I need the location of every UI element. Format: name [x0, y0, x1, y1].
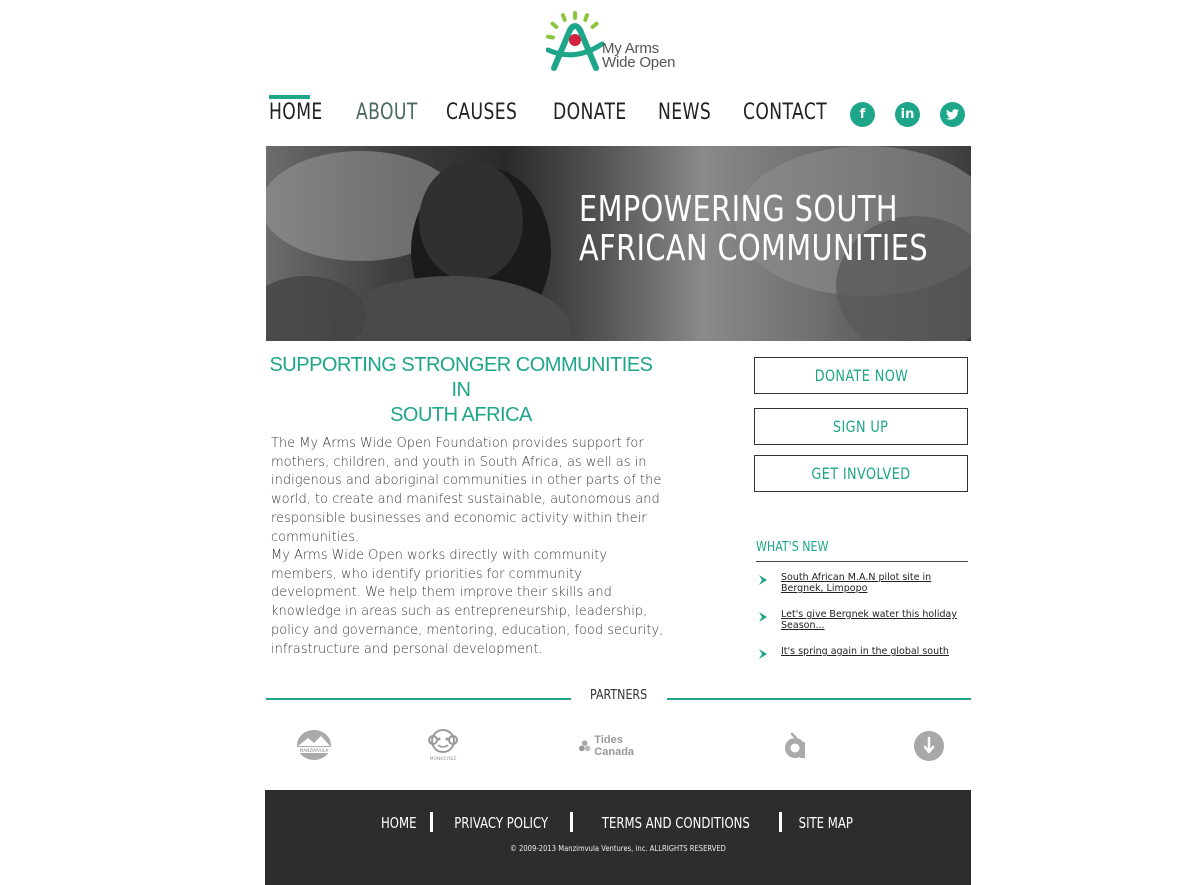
hero-banner: EMPOWERING SOUTH AFRICAN COMMUNITIES: [266, 146, 971, 341]
section-heading-line-1: SUPPORTING STRONGER COMMUNITIES IN: [269, 354, 653, 401]
tides-canada-icon: [578, 740, 591, 752]
chevron-right-icon: [759, 649, 767, 659]
logo-wordmark: My Arms Wide Open: [602, 41, 676, 71]
twitter-icon[interactable]: [940, 102, 965, 127]
whats-new-title: WHAT'S NEW: [756, 540, 829, 555]
footer-separator: [429, 812, 433, 832]
sign-up-label: SIGN UP: [833, 417, 889, 436]
linkedin-icon[interactable]: in: [895, 102, 920, 127]
site-logo[interactable]: My Arms Wide Open: [545, 10, 706, 76]
manzimvula-logo-icon: MANZIMVULA: [297, 730, 331, 760]
section-heading: SUPPORTING STRONGER COMMUNITIES IN SOUTH…: [266, 353, 656, 428]
donate-now-button[interactable]: DONATE NOW: [754, 357, 968, 394]
footer-link-home[interactable]: HOME: [381, 814, 417, 832]
nav-contact[interactable]: CONTACT: [743, 100, 827, 130]
intro-paragraph: The My Arms Wide Open Foundation provide…: [271, 436, 662, 545]
footer-link-privacy-policy[interactable]: PRIVACY POLICY: [454, 814, 548, 832]
footer-nav: HOME PRIVACY POLICY TERMS AND CONDITIONS…: [265, 812, 971, 834]
section-heading-line-2: SOUTH AFRICA: [390, 404, 532, 426]
chevron-right-icon: [759, 575, 767, 585]
whats-new-divider: [756, 561, 968, 562]
chevron-right-icon: [759, 612, 767, 622]
round-partner-logo-icon: [914, 731, 944, 761]
facebook-icon[interactable]: f: [850, 102, 875, 127]
partner-logo-monkeybiz[interactable]: MONKEYBIZ: [424, 726, 464, 766]
twitter-bird-icon: [946, 109, 959, 120]
footer-separator: [569, 812, 573, 832]
tides-canada-label: Tides Canada: [594, 734, 635, 758]
partner-logo-circle[interactable]: [912, 726, 946, 766]
manzimvula-logo-text: MANZIMVULA: [300, 748, 329, 753]
copyright-text: © 2009-2013 Manzimvula Ventures, inc. AL…: [510, 844, 726, 853]
logo-line-2: Wide Open: [602, 54, 676, 71]
get-involved-label: GET INVOLVED: [811, 464, 911, 483]
news-link[interactable]: It's spring again in the global south: [781, 646, 966, 657]
nav-about[interactable]: ABOUT: [356, 100, 418, 130]
donate-now-label: DONATE NOW: [814, 366, 908, 385]
news-link[interactable]: South African M.A.N pilot site in Bergne…: [781, 572, 966, 594]
site-footer: HOME PRIVACY POLICY TERMS AND CONDITIONS…: [265, 790, 971, 885]
hero-title-line-1: EMPOWERING SOUTH: [579, 189, 898, 230]
logo-mark-icon: [545, 11, 605, 71]
partner-logo-tides-canada[interactable]: Tides Canada: [578, 726, 662, 766]
partners-heading: PARTNERS: [266, 688, 971, 703]
partner-logo-a[interactable]: [780, 726, 810, 766]
news-link[interactable]: Let's give Bergnek water this holiday Se…: [781, 609, 966, 631]
footer-link-terms[interactable]: TERMS AND CONDITIONS: [602, 814, 750, 832]
nav-causes[interactable]: CAUSES: [446, 100, 517, 130]
nav-donate[interactable]: DONATE: [553, 100, 627, 130]
nav-home[interactable]: HOME: [269, 100, 323, 130]
nav-news[interactable]: NEWS: [658, 100, 711, 130]
hero-title-line-2: AFRICAN COMMUNITIES: [579, 228, 929, 269]
partner-logo-manzimvula[interactable]: MANZIMVULA: [293, 726, 335, 764]
copyright-notice: © 2009-2013 Manzimvula Ventures, inc. AL…: [265, 844, 971, 853]
partners-label: PARTNERS: [589, 688, 648, 703]
work-paragraph: My Arms Wide Open works directly with co…: [271, 548, 664, 657]
nav-active-indicator: [269, 95, 310, 99]
monkeybiz-logo-text: MONKEYBIZ: [430, 756, 457, 762]
hero-title: EMPOWERING SOUTH AFRICAN COMMUNITIES: [579, 190, 971, 268]
get-involved-button[interactable]: GET INVOLVED: [754, 455, 968, 492]
sign-up-button[interactable]: SIGN UP: [754, 408, 968, 445]
monkeybiz-logo-icon: MONKEYBIZ: [428, 729, 458, 762]
letter-a-logo-icon: [785, 732, 805, 758]
footer-separator: [779, 812, 783, 832]
footer-link-site-map[interactable]: SITE MAP: [799, 814, 853, 832]
